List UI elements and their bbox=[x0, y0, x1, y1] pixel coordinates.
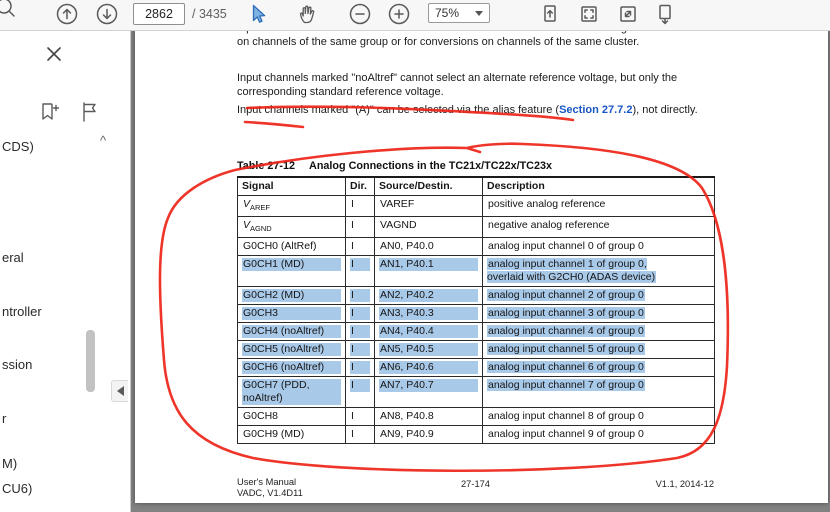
table-caption: Table 27-12 Analog Connections in the TC2… bbox=[237, 160, 552, 172]
single-page-view-icon[interactable] bbox=[538, 2, 562, 26]
fullscreen-icon[interactable] bbox=[616, 2, 640, 26]
search-icon[interactable] bbox=[0, 0, 15, 17]
footer-page-number: 27-174 bbox=[461, 479, 490, 489]
add-bookmark-icon[interactable] bbox=[36, 100, 60, 124]
column-header: Signal bbox=[237, 176, 346, 196]
pdf-page: Input channels marked "AltRef" can be se… bbox=[135, 30, 828, 503]
footer-left: User's Manual VADC, V1.4D11 bbox=[237, 477, 303, 499]
continuous-scroll-icon[interactable] bbox=[653, 2, 677, 26]
bookmark-item[interactable]: ssion bbox=[2, 357, 32, 372]
zoom-in-icon[interactable] bbox=[387, 2, 411, 26]
table-row: G0CH5 (noAltref) I AN5, P40.5 analog input … bbox=[237, 340, 715, 360]
paragraph: Input channels marked "AltRef" can be se… bbox=[237, 30, 711, 48]
footer-version: V1.1, 2014-12 bbox=[655, 479, 714, 489]
select-tool-icon[interactable] bbox=[246, 2, 270, 26]
table-number: Table 27-12 bbox=[237, 160, 296, 172]
table-row: G0CH6 (noAltref) I AN6, P40.6 analog input … bbox=[237, 358, 715, 378]
paragraph: Input channels marked "noAltref" cannot … bbox=[237, 72, 678, 98]
table-title-text: Analog Connections in the TC21x/TC22x/TC… bbox=[309, 160, 552, 172]
collapse-panel-button[interactable] bbox=[111, 380, 128, 402]
zoom-level-value: 75% bbox=[435, 6, 460, 20]
table-row: G0CH1 (MD) I AN1, P40.1 analog input channe… bbox=[237, 255, 715, 288]
bookmark-item[interactable]: r bbox=[2, 411, 6, 426]
table-row: G0CH0 (AltRef) I AN0, P40.0 analog input ch… bbox=[237, 237, 715, 257]
chevron-down-icon bbox=[475, 10, 483, 16]
table-header-row: Signal Dir. Source/Destin. Description bbox=[237, 176, 715, 196]
previous-page-button[interactable] bbox=[55, 2, 79, 26]
column-header: Source/Destin. bbox=[374, 176, 483, 196]
analog-table-body: VAREF I VAREF positive analog reference VAGN… bbox=[237, 194, 715, 445]
chevron-up-icon[interactable]: ^ bbox=[100, 133, 106, 148]
bookmark-item[interactable]: eral bbox=[2, 250, 24, 265]
toolbar: / 3435 75% bbox=[0, 0, 830, 31]
zoom-level-dropdown[interactable]: 75% bbox=[428, 3, 490, 23]
table-row: VAGND I VAGND negative analog reference bbox=[237, 216, 715, 239]
paragraph: Input channels marked "(A)" can be selec… bbox=[237, 104, 715, 118]
table-row: VAREF I VAREF positive analog reference bbox=[237, 194, 715, 218]
zoom-out-icon[interactable] bbox=[348, 2, 372, 26]
table-row: G0CH2 (MD) I AN2, P40.2 analog input channe… bbox=[237, 286, 715, 306]
page-total-label: / 3435 bbox=[192, 7, 227, 21]
footer-module-label: VADC, V1.4D11 bbox=[237, 488, 303, 498]
sidebar-panel: ^ CDS) eral ntroller ssion r M) CU6) bbox=[0, 30, 131, 512]
bookmark-item[interactable]: CU6) bbox=[2, 481, 32, 496]
column-header: Dir. bbox=[345, 176, 375, 196]
document-viewport[interactable]: Input channels marked "AltRef" can be se… bbox=[130, 30, 830, 512]
fit-page-icon[interactable] bbox=[577, 2, 601, 26]
table-row: G0CH3 I AN3, P40.3 analog input channel 3 o… bbox=[237, 304, 715, 324]
section-link[interactable]: Section 27.7.2 bbox=[559, 104, 632, 116]
pdf-viewer-window: / 3435 75% bbox=[0, 0, 830, 512]
close-panel-icon[interactable] bbox=[42, 42, 66, 66]
flag-icon[interactable] bbox=[78, 100, 102, 124]
table-row: G0CH7 (PDD, noAltref) I AN7, P40.7 analog in… bbox=[237, 376, 715, 409]
paragraph-text: ), not directly. bbox=[632, 104, 698, 116]
paragraph-text: Input channels marked "(A)" can be selec… bbox=[237, 104, 560, 116]
bookmark-item[interactable]: M) bbox=[2, 456, 17, 471]
page-number-input[interactable] bbox=[133, 3, 185, 25]
strikethrough-mark-2 bbox=[243, 120, 305, 129]
table-row: G0CH8 I AN8, P40.8 analog input channel 8 o… bbox=[237, 407, 715, 427]
bookmark-item[interactable]: CDS) bbox=[2, 139, 34, 154]
footer-manual-label: User's Manual bbox=[237, 477, 297, 487]
table-row: G0CH4 (noAltref) I AN4, P40.4 analog input … bbox=[237, 322, 715, 342]
bookmark-item[interactable]: ntroller bbox=[2, 304, 42, 319]
triangle-left-icon bbox=[116, 386, 124, 396]
sidebar-scrollbar[interactable] bbox=[86, 330, 95, 392]
table-row: G0CH9 (MD) I AN9, P40.9 analog input channe… bbox=[237, 425, 715, 445]
hand-tool-icon[interactable] bbox=[296, 2, 320, 26]
column-header: Description bbox=[482, 176, 715, 196]
analog-connections-table: Signal Dir. Source/Destin. Description V… bbox=[237, 176, 715, 445]
next-page-button[interactable] bbox=[95, 2, 119, 26]
